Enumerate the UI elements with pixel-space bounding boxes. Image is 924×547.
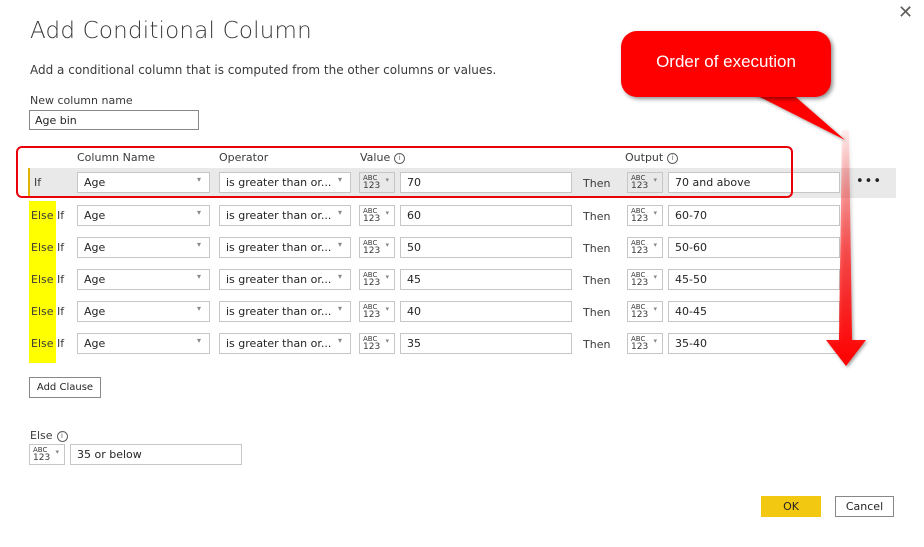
callout-tail [750,92,845,140]
down-arrow-icon [826,130,866,366]
order-of-execution-callout: Order of execution [621,31,831,97]
